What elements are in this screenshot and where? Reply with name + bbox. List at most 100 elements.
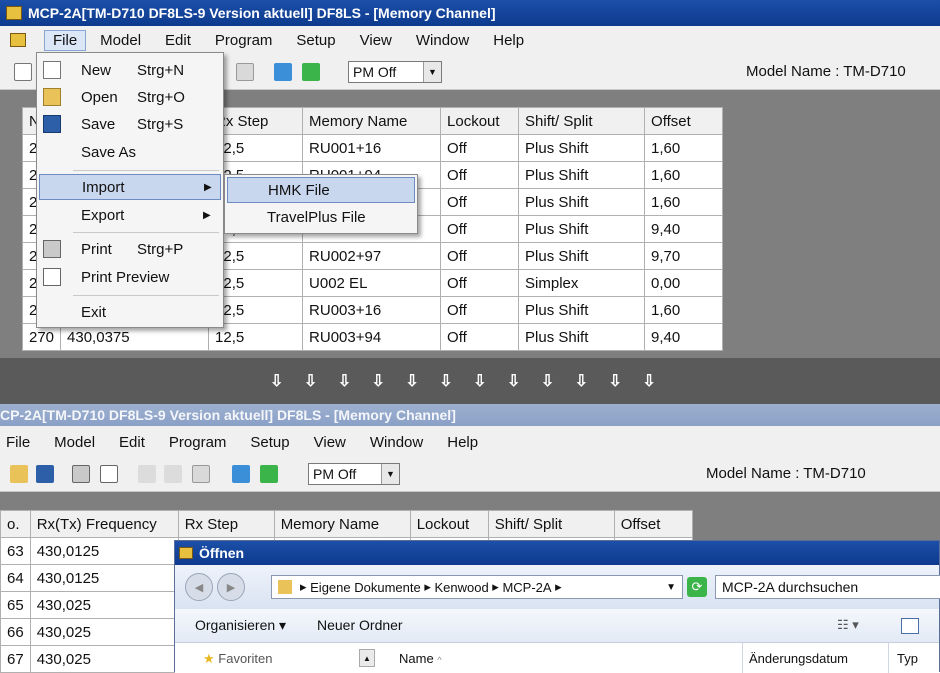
pm-select[interactable]: PM Off ▼: [308, 463, 400, 485]
menu-model[interactable]: Model: [100, 32, 141, 49]
view-options-icon[interactable]: ☷ ▾: [837, 617, 859, 633]
cell-lockout[interactable]: Off: [440, 269, 520, 297]
breadcrumb-mcp-2a[interactable]: MCP-2A: [502, 580, 551, 595]
breadcrumb-kenwood[interactable]: Kenwood: [434, 580, 488, 595]
column-header-name[interactable]: Name ^: [381, 643, 743, 673]
open-folder-icon[interactable]: [10, 465, 28, 483]
cell-shift-split[interactable]: Plus Shift: [518, 296, 646, 324]
cell-offset[interactable]: 9,40: [644, 323, 724, 351]
cell-frequency[interactable]: 430,0125: [29, 564, 179, 592]
refresh-icon[interactable]: ⟳: [687, 577, 707, 597]
cell-lockout[interactable]: Off: [440, 134, 520, 162]
submenu-item-travelplus-file[interactable]: TravelPlus File: [225, 204, 417, 230]
menu-item-open[interactable]: Open Strg+O: [37, 84, 223, 110]
cell-lockout[interactable]: Off: [440, 188, 520, 216]
col-shift-split[interactable]: Shift/ Split: [518, 107, 646, 135]
cell-shift-split[interactable]: Plus Shift: [518, 242, 646, 270]
new-folder-button[interactable]: Neuer Ordner: [317, 617, 403, 633]
print-preview-icon[interactable]: [100, 465, 118, 483]
col-memory-name[interactable]: Memory Name: [302, 107, 442, 135]
cell-no[interactable]: 64: [0, 564, 31, 592]
cell-shift-split[interactable]: Plus Shift: [518, 188, 646, 216]
cell-shift-split[interactable]: Plus Shift: [518, 215, 646, 243]
menu-setup[interactable]: Setup: [296, 32, 335, 49]
menu-help[interactable]: Help: [447, 434, 478, 451]
menu-item-print[interactable]: Print Strg+P: [37, 236, 223, 262]
col-lockout[interactable]: Lockout: [409, 510, 489, 538]
submenu-item-hmk-file[interactable]: HMK File: [227, 177, 415, 203]
menu-item-import[interactable]: Import ▶: [39, 174, 221, 200]
cell-lockout[interactable]: Off: [440, 215, 520, 243]
cell-no[interactable]: 66: [0, 618, 31, 646]
menu-edit[interactable]: Edit: [119, 434, 145, 451]
cell-offset[interactable]: 9,40: [644, 215, 724, 243]
menu-view[interactable]: View: [314, 434, 346, 451]
cell-memory-name[interactable]: U002 EL: [302, 269, 442, 297]
cell-lockout[interactable]: Off: [440, 161, 520, 189]
menu-window[interactable]: Window: [416, 32, 469, 49]
menu-view[interactable]: View: [360, 32, 392, 49]
cell-offset[interactable]: 0,00: [644, 269, 724, 297]
mdi-icon[interactable]: [10, 33, 26, 47]
menu-program[interactable]: Program: [169, 434, 227, 451]
new-icon[interactable]: [14, 63, 32, 81]
search-input[interactable]: MCP-2A durchsuchen: [715, 575, 940, 599]
cell-no[interactable]: 67: [0, 645, 31, 673]
menu-item-export[interactable]: Export ▶: [37, 202, 223, 228]
forward-button[interactable]: ▶: [217, 573, 245, 601]
paste-icon[interactable]: [192, 465, 210, 483]
menu-file[interactable]: File: [6, 434, 30, 451]
breadcrumb-eigene-dokumente[interactable]: Eigene Dokumente: [310, 580, 421, 595]
col-offset[interactable]: Offset: [644, 107, 724, 135]
menu-item-save-as[interactable]: Save As: [37, 139, 223, 165]
menu-help[interactable]: Help: [493, 32, 524, 49]
col-shift-split[interactable]: Shift/ Split: [487, 510, 615, 538]
receive-icon[interactable]: [260, 465, 278, 483]
cell-memory-name[interactable]: RU003+94: [302, 323, 442, 351]
cell-memory-name[interactable]: RU001+16: [302, 134, 442, 162]
copy-icon[interactable]: [164, 465, 182, 483]
back-button[interactable]: ◀: [185, 573, 213, 601]
cell-no[interactable]: 63: [0, 537, 31, 565]
cell-lockout[interactable]: Off: [440, 323, 520, 351]
menu-window[interactable]: Window: [370, 434, 423, 451]
menu-model[interactable]: Model: [54, 434, 95, 451]
col-no[interactable]: o.: [0, 510, 31, 538]
cut-icon[interactable]: [138, 465, 156, 483]
cell-offset[interactable]: 9,70: [644, 242, 724, 270]
col-lockout[interactable]: Lockout: [440, 107, 520, 135]
paste-icon[interactable]: [236, 63, 254, 81]
send-icon[interactable]: [274, 63, 292, 81]
col-frequency[interactable]: Rx(Tx) Frequency: [29, 510, 179, 538]
cell-frequency[interactable]: 430,025: [29, 618, 179, 646]
address-path[interactable]: ▸ Eigene Dokumente ▸ Kenwood ▸ MCP-2A ▸ …: [271, 575, 683, 599]
cell-lockout[interactable]: Off: [440, 296, 520, 324]
cell-frequency[interactable]: 430,0125: [29, 537, 179, 565]
preview-pane-icon[interactable]: [901, 618, 919, 634]
cell-memory-name[interactable]: RU003+16: [302, 296, 442, 324]
menu-item-exit[interactable]: Exit: [37, 299, 223, 325]
menu-program[interactable]: Program: [215, 32, 273, 49]
save-disk-icon[interactable]: [36, 465, 54, 483]
receive-icon[interactable]: [302, 63, 320, 81]
col-memory-name[interactable]: Memory Name: [273, 510, 411, 538]
cell-frequency[interactable]: 430,025: [29, 645, 179, 673]
cell-offset[interactable]: 1,60: [644, 296, 724, 324]
printer-icon[interactable]: [72, 465, 90, 483]
cell-offset[interactable]: 1,60: [644, 188, 724, 216]
col-offset[interactable]: Offset: [613, 510, 693, 538]
cell-frequency[interactable]: 430,025: [29, 591, 179, 619]
cell-shift-split[interactable]: Plus Shift: [518, 323, 646, 351]
column-header-date[interactable]: Änderungsdatum: [743, 643, 889, 673]
cell-no[interactable]: 65: [0, 591, 31, 619]
menu-edit[interactable]: Edit: [165, 32, 191, 49]
organize-button[interactable]: Organisieren ▾: [195, 617, 286, 634]
cell-offset[interactable]: 1,60: [644, 134, 724, 162]
cell-lockout[interactable]: Off: [440, 242, 520, 270]
cell-shift-split[interactable]: Simplex: [518, 269, 646, 297]
menu-item-new[interactable]: New Strg+N: [37, 57, 223, 83]
cell-shift-split[interactable]: Plus Shift: [518, 161, 646, 189]
menu-file[interactable]: File: [44, 29, 87, 51]
cell-memory-name[interactable]: RU002+97: [302, 242, 442, 270]
nav-scrollbar-up[interactable]: ▲: [359, 649, 375, 667]
